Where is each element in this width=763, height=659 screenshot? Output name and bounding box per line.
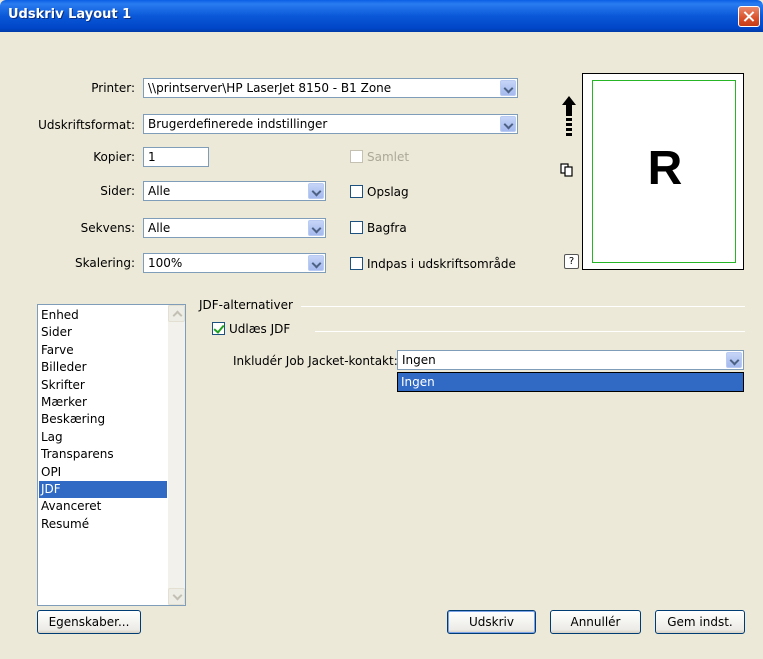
chevron-down-icon[interactable] bbox=[308, 220, 324, 236]
cancel-button[interactable]: Annullér bbox=[550, 610, 641, 634]
sidebar-item-billeder[interactable]: Billeder bbox=[39, 359, 167, 376]
pages-value: Alle bbox=[148, 184, 171, 198]
sequence-value: Alle bbox=[148, 221, 171, 235]
close-button[interactable] bbox=[738, 6, 760, 27]
page-copies-icon bbox=[560, 163, 573, 177]
sidebar-item-skrifter[interactable]: Skrifter bbox=[39, 377, 167, 394]
sequence-select[interactable]: Alle bbox=[143, 218, 326, 238]
chevron-down-icon[interactable] bbox=[308, 255, 324, 271]
help-button[interactable]: ? bbox=[564, 254, 579, 269]
list-scrollbar[interactable] bbox=[168, 305, 185, 605]
contact-label: Inkludér Job Jacket-kontakt: bbox=[233, 354, 398, 368]
contact-value: Ingen bbox=[402, 353, 436, 367]
jdf-group-title: JDF-alternativer bbox=[199, 298, 293, 312]
scaling-select[interactable]: 100% bbox=[143, 253, 326, 273]
category-list[interactable]: Enhed Sider Farve Billeder Skrifter Mærker Bes… bbox=[37, 304, 186, 606]
format-select[interactable]: Brugerdefinerede indstillinger bbox=[143, 114, 518, 134]
window-title: Udskriv Layout 1 bbox=[8, 7, 132, 22]
spreads-label: Opslag bbox=[367, 185, 409, 199]
collate-checkbox[interactable]: Samlet bbox=[350, 149, 470, 165]
copies-value: 1 bbox=[148, 150, 156, 164]
title-bar: Udskriv Layout 1 bbox=[0, 0, 763, 32]
sidebar-item-jdf[interactable]: JDF bbox=[39, 481, 167, 498]
printer-value: \\printserver\HP LaserJet 8150 - B1 Zone bbox=[148, 81, 392, 95]
fit-print-area-label: Indpas i udskriftsområde bbox=[367, 257, 516, 271]
chevron-down-icon[interactable] bbox=[726, 352, 742, 368]
back-to-front-box[interactable] bbox=[350, 221, 363, 234]
scaling-label: Skalering: bbox=[75, 256, 135, 270]
chevron-down-icon[interactable] bbox=[308, 183, 324, 199]
contact-select[interactable]: Ingen bbox=[397, 350, 744, 370]
format-value: Brugerdefinerede indstillinger bbox=[148, 117, 328, 131]
sidebar-item-opi[interactable]: OPI bbox=[39, 464, 167, 481]
copies-input[interactable]: 1 bbox=[143, 147, 209, 167]
export-jdf-checkbox[interactable]: Udlæs JDF bbox=[212, 321, 312, 337]
export-jdf-label: Udlæs JDF bbox=[229, 322, 291, 336]
fit-print-area-box[interactable] bbox=[350, 257, 363, 270]
contact-dropdown-option[interactable]: Ingen bbox=[397, 372, 744, 392]
printer-select[interactable]: \\printserver\HP LaserJet 8150 - B1 Zone bbox=[143, 78, 518, 98]
sidebar-item-avanceret[interactable]: Avanceret bbox=[39, 498, 167, 515]
page-preview: R bbox=[582, 73, 744, 270]
chevron-down-icon[interactable] bbox=[500, 116, 516, 132]
sidebar-item-sider[interactable]: Sider bbox=[39, 324, 167, 341]
properties-button[interactable]: Egenskaber... bbox=[37, 610, 141, 634]
copies-label: Kopier: bbox=[93, 150, 135, 164]
fit-print-area-checkbox[interactable]: Indpas i udskriftsområde bbox=[350, 256, 530, 272]
scroll-up-icon[interactable] bbox=[168, 305, 185, 322]
save-settings-button[interactable]: Gem indst. bbox=[655, 610, 745, 634]
group-divider bbox=[301, 306, 745, 307]
sidebar-item-mærker[interactable]: Mærker bbox=[39, 394, 167, 411]
export-jdf-box[interactable] bbox=[212, 322, 225, 335]
chevron-down-icon[interactable] bbox=[500, 80, 516, 96]
contact-option-label: Ingen bbox=[401, 375, 435, 389]
collate-label: Samlet bbox=[367, 150, 410, 164]
printable-area: R bbox=[592, 80, 736, 263]
pages-select[interactable]: Alle bbox=[143, 181, 326, 201]
pages-label: Sider: bbox=[100, 184, 135, 198]
sidebar-item-transparens[interactable]: Transparens bbox=[39, 446, 167, 463]
format-label: Udskriftsformat: bbox=[38, 118, 135, 132]
preview-glyph: R bbox=[647, 142, 683, 195]
scroll-down-icon[interactable] bbox=[168, 588, 185, 605]
spreads-checkbox[interactable]: Opslag bbox=[350, 184, 470, 200]
scaling-value: 100% bbox=[148, 256, 183, 270]
group-divider bbox=[315, 331, 745, 332]
orientation-arrow-icon bbox=[562, 96, 576, 136]
sidebar-item-resumé[interactable]: Resumé bbox=[39, 516, 167, 533]
back-to-front-label: Bagfra bbox=[367, 221, 407, 235]
sidebar-item-enhed[interactable]: Enhed bbox=[39, 307, 167, 324]
collate-box[interactable] bbox=[350, 150, 363, 163]
printer-label: Printer: bbox=[91, 81, 135, 95]
sequence-label: Sekvens: bbox=[80, 221, 135, 235]
sidebar-item-beskæring[interactable]: Beskæring bbox=[39, 411, 167, 428]
print-button[interactable]: Udskriv bbox=[447, 610, 536, 634]
spreads-box[interactable] bbox=[350, 185, 363, 198]
sidebar-item-lag[interactable]: Lag bbox=[39, 429, 167, 446]
sidebar-item-farve[interactable]: Farve bbox=[39, 342, 167, 359]
back-to-front-checkbox[interactable]: Bagfra bbox=[350, 220, 470, 236]
